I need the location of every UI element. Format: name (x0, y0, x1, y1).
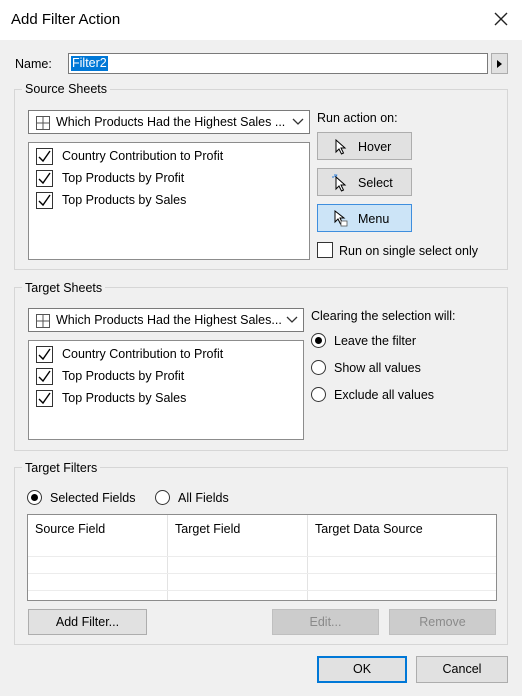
source-sheet-selected: Which Products Had the Highest Sales ... (56, 115, 286, 129)
table-row (28, 573, 496, 574)
name-input[interactable]: Filter2 (68, 53, 488, 74)
source-sheet-dropdown[interactable]: Which Products Had the Highest Sales ... (28, 110, 310, 134)
chevron-down-icon (292, 118, 304, 125)
checkmark-icon (38, 348, 51, 361)
list-item[interactable]: Top Products by Profit (29, 366, 303, 388)
radio-button[interactable] (27, 490, 42, 505)
edit-button[interactable]: Edit... (272, 609, 379, 635)
column-header-source-field[interactable]: Source Field (35, 522, 105, 536)
clearing-option-exclude-all[interactable]: Exclude all values (311, 386, 491, 404)
target-filters-title: Target Filters (22, 461, 101, 475)
checkbox[interactable] (36, 192, 53, 209)
checkbox[interactable] (36, 170, 53, 187)
triangle-right-icon (497, 60, 502, 68)
radio-button[interactable] (311, 387, 326, 402)
checkbox[interactable] (36, 346, 53, 363)
target-sheet-selected: Which Products Had the Highest Sales... (56, 313, 282, 327)
list-item[interactable]: Country Contribution to Profit (29, 344, 303, 366)
radio-button[interactable] (155, 490, 170, 505)
filters-table: Source Field Target Field Target Data So… (27, 514, 497, 601)
ok-button[interactable]: OK (317, 656, 407, 683)
clearing-label: Clearing the selection will: (311, 309, 456, 323)
remove-button[interactable]: Remove (389, 609, 496, 635)
menu-cursor-icon (334, 210, 348, 227)
run-action-label: Run action on: (317, 111, 398, 125)
worksheet-grid-icon (36, 116, 50, 130)
list-item[interactable]: Top Products by Sales (29, 190, 309, 212)
column-header-target-data-source[interactable]: Target Data Source (315, 522, 423, 536)
hover-button[interactable]: Hover (317, 132, 412, 160)
single-select-checkbox[interactable] (317, 242, 333, 258)
name-menu-button[interactable] (491, 53, 508, 74)
checkbox[interactable] (36, 390, 53, 407)
checkmark-icon (38, 172, 51, 185)
target-sheets-list: Country Contribution to Profit Top Produ… (28, 340, 304, 440)
name-input-value: Filter2 (71, 56, 108, 71)
list-item[interactable]: Top Products by Sales (29, 388, 303, 410)
add-filter-button[interactable]: Add Filter... (28, 609, 147, 635)
dialog-title: Add Filter Action (11, 11, 121, 28)
source-sheets-list: Country Contribution to Profit Top Produ… (28, 142, 310, 260)
column-header-target-field[interactable]: Target Field (175, 522, 240, 536)
scope-selected-fields[interactable]: Selected Fields (27, 489, 147, 507)
table-row (28, 590, 496, 591)
menu-button[interactable]: Menu (317, 204, 412, 232)
cancel-button[interactable]: Cancel (416, 656, 508, 683)
checkmark-icon (38, 392, 51, 405)
list-item[interactable]: Country Contribution to Profit (29, 146, 309, 168)
list-item[interactable]: Top Products by Profit (29, 168, 309, 190)
radio-button[interactable] (311, 333, 326, 348)
name-label: Name: (15, 57, 52, 71)
clearing-option-leave[interactable]: Leave the filter (311, 332, 491, 350)
clearing-option-show-all[interactable]: Show all values (311, 359, 491, 377)
select-button[interactable]: Select (317, 168, 412, 196)
source-sheets-title: Source Sheets (22, 82, 110, 96)
radio-button[interactable] (311, 360, 326, 375)
close-icon[interactable] (490, 8, 512, 30)
chevron-down-icon (286, 316, 298, 323)
single-select-option[interactable]: Run on single select only (317, 242, 497, 260)
worksheet-grid-icon (36, 314, 50, 328)
checkmark-icon (38, 150, 51, 163)
checkmark-icon (38, 194, 51, 207)
checkbox[interactable] (36, 148, 53, 165)
checkmark-icon (38, 370, 51, 383)
checkbox[interactable] (36, 368, 53, 385)
target-sheets-title: Target Sheets (22, 281, 106, 295)
select-click-icon (332, 174, 347, 192)
pointer-arrow-icon (335, 139, 347, 155)
table-row (28, 556, 496, 557)
scope-all-fields[interactable]: All Fields (155, 489, 255, 507)
target-sheet-dropdown[interactable]: Which Products Had the Highest Sales... (28, 308, 304, 332)
